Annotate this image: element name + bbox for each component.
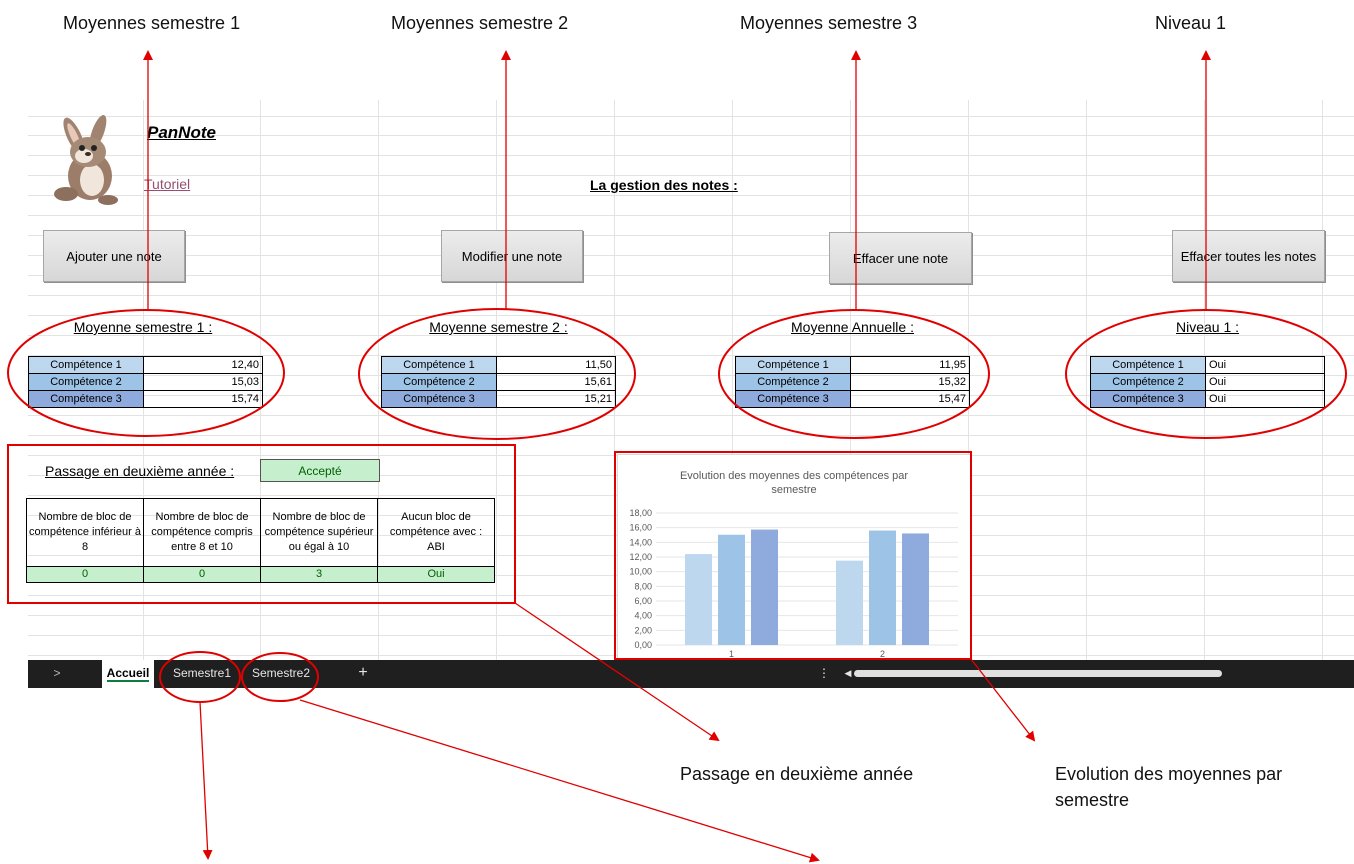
- annotation-overlay: [7, 50, 1347, 863]
- highlight-ellipse: [718, 309, 990, 439]
- callout-evolution-line-1: Evolution des moyennes par: [1055, 764, 1283, 784]
- highlight-ellipse: [1065, 309, 1347, 439]
- annotation-arrow: [199, 701, 213, 860]
- highlight-box: [7, 444, 516, 604]
- highlight-ellipse: [159, 651, 241, 703]
- annotation-arrow: [514, 602, 720, 742]
- highlight-ellipse: [358, 308, 636, 440]
- annotation-arrow: [970, 658, 1036, 742]
- callout-passage: Passage en deuxième année: [680, 764, 914, 784]
- highlight-ellipse: [7, 309, 285, 437]
- highlight-box: [614, 451, 972, 660]
- highlight-ellipse: [241, 652, 319, 702]
- callout-evolution-line-2: semestre: [1055, 790, 1130, 810]
